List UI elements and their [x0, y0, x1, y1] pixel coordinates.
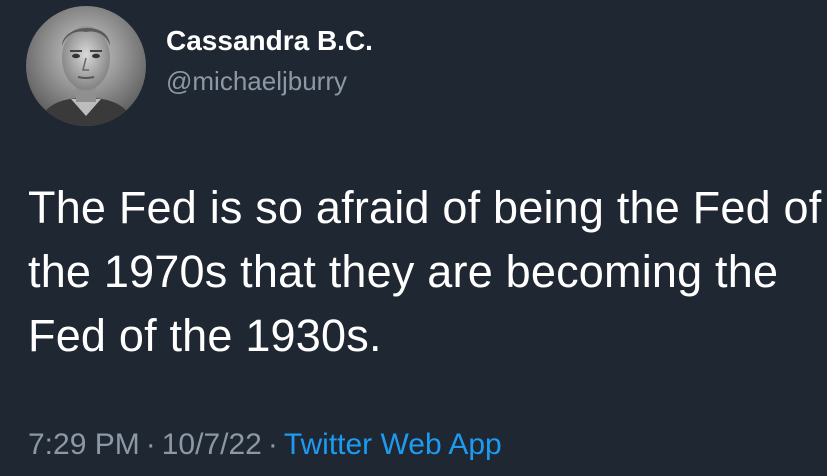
author-names: Cassandra B.C. @michaeljburry: [166, 24, 373, 98]
tweet-source-link[interactable]: Twitter Web App: [284, 428, 502, 461]
meta-separator: ·: [267, 428, 278, 461]
user-handle[interactable]: @michaeljburry: [166, 64, 373, 98]
tweet-card: Cassandra B.C. @michaeljburry The Fed is…: [0, 0, 827, 476]
tweet-date[interactable]: 10/7/22: [162, 428, 262, 461]
avatar-photo-icon: [26, 6, 146, 126]
tweet-text: The Fed is so afraid of being the Fed of…: [28, 182, 822, 361]
tweet-header: Cassandra B.C. @michaeljburry: [26, 6, 373, 126]
tweet-time[interactable]: 7:29 PM: [28, 428, 140, 461]
avatar[interactable]: [26, 6, 146, 126]
tweet-meta: 7:29 PM · 10/7/22 · Twitter Web App: [28, 425, 502, 465]
meta-separator: ·: [145, 428, 156, 461]
display-name[interactable]: Cassandra B.C.: [166, 24, 373, 58]
